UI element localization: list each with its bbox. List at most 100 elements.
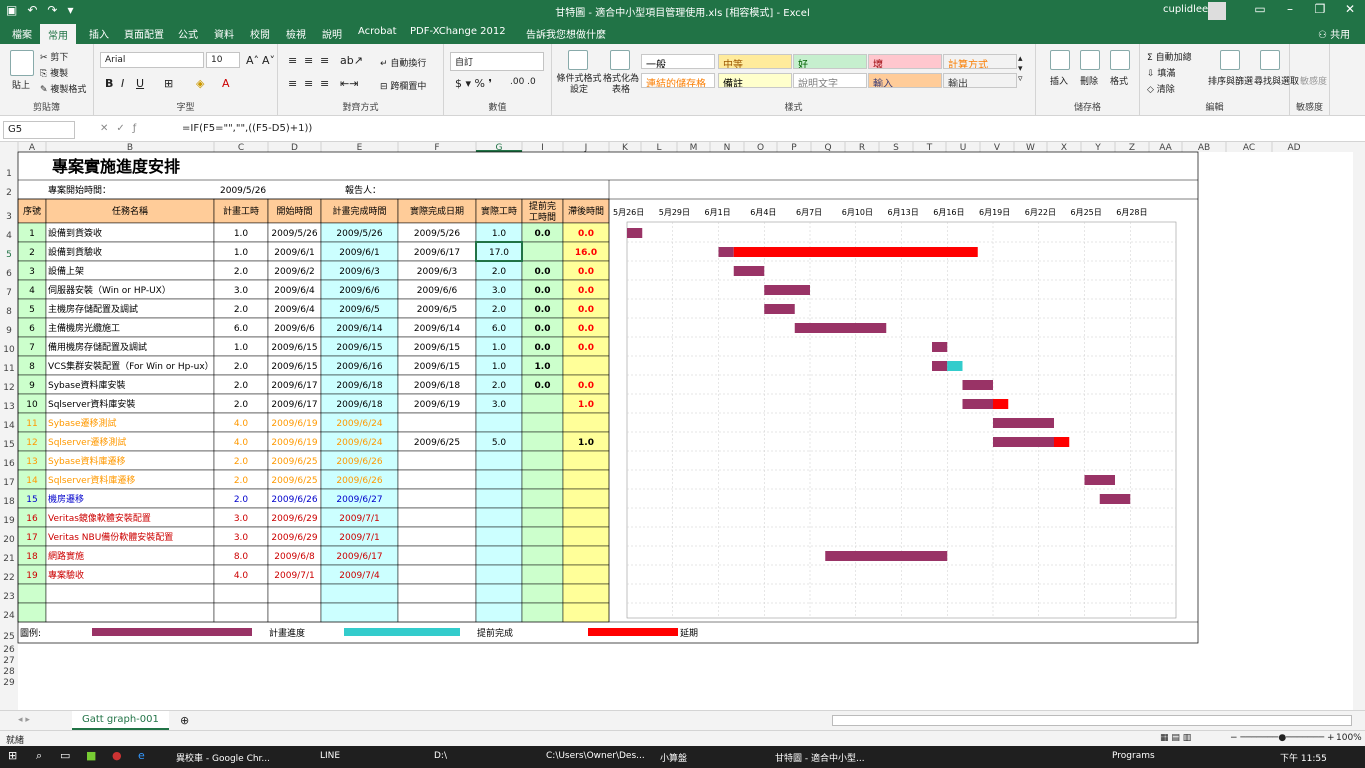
align-bottom-icon[interactable]: ≡ [320, 54, 329, 67]
tab-9[interactable]: Acrobat [358, 26, 397, 37]
find-select-button[interactable]: 尋找與選取 [1254, 74, 1299, 87]
number-format-select[interactable]: 自訂 [450, 52, 544, 71]
close-icon[interactable]: ✕ [1335, 2, 1365, 16]
taskbar-item[interactable]: C:\Users\Owner\Des... [546, 751, 645, 761]
currency-icon[interactable]: $ ▾ % ❜ [455, 77, 492, 90]
fill-button[interactable]: ⇩ 填滿 [1147, 66, 1175, 79]
format-table-icon[interactable] [610, 50, 630, 70]
grow-font-icon[interactable]: A˄ [246, 54, 259, 67]
column-header[interactable]: S [893, 143, 899, 153]
shrink-font-icon[interactable]: A˅ [262, 54, 275, 67]
table-cell[interactable] [562, 469, 610, 490]
table-cell[interactable] [397, 412, 477, 433]
row-header[interactable]: 11 [3, 364, 14, 374]
table-cell[interactable] [475, 450, 523, 471]
cell-style[interactable]: 中等 [718, 54, 792, 69]
table-cell[interactable] [397, 507, 477, 528]
name-box[interactable]: G5 [3, 121, 75, 139]
row-header[interactable]: 28 [3, 667, 15, 677]
tab-3[interactable]: 頁面配置 [124, 26, 164, 41]
gantt-bar-early[interactable] [947, 361, 963, 371]
column-header[interactable]: U [960, 143, 967, 153]
merge-center-button[interactable]: ⊟ 跨欄置中 [380, 79, 426, 92]
underline-icon[interactable]: U [136, 77, 144, 90]
format-cells-icon[interactable] [1110, 50, 1130, 70]
ribbon-display-icon[interactable]: ▭ [1245, 2, 1275, 16]
taskbar-item[interactable]: D:\ [434, 751, 447, 761]
cell-style[interactable]: 計算方式 [943, 54, 1017, 69]
sheet-tab[interactable]: Gatt graph-001 [72, 711, 169, 730]
column-header[interactable]: X [1061, 143, 1067, 153]
table-cell[interactable] [475, 488, 523, 509]
row-header[interactable]: 12 [3, 383, 14, 393]
column-header[interactable]: AD [1287, 143, 1300, 153]
row-header[interactable]: 22 [3, 573, 14, 583]
column-header[interactable]: M [690, 143, 698, 153]
column-header[interactable]: E [357, 143, 363, 153]
table-cell[interactable] [397, 469, 477, 490]
table-cell[interactable] [521, 450, 564, 471]
column-header[interactable]: J [584, 143, 588, 153]
row-header[interactable]: 13 [3, 402, 14, 412]
tab-2[interactable]: 插入 [89, 26, 109, 41]
column-header[interactable]: N [724, 143, 731, 153]
row-header[interactable]: 2 [6, 188, 12, 198]
table-cell[interactable] [475, 583, 523, 604]
conditional-format-button[interactable]: 條件式格式設定 [556, 74, 602, 96]
insert-cells-icon[interactable] [1050, 50, 1070, 70]
row-header[interactable]: 25 [3, 632, 14, 642]
cell-style[interactable]: 連結的儲存格 [641, 73, 715, 88]
table-cell[interactable] [521, 393, 564, 414]
column-header[interactable]: D [291, 143, 298, 153]
gantt-bar-plan[interactable] [932, 361, 948, 371]
taskbar-item[interactable]: 異校車 - Google Chr... [176, 751, 270, 764]
table-cell[interactable] [562, 564, 610, 585]
gantt-bar-plan[interactable] [825, 551, 948, 561]
styles-scroll-icon[interactable]: ▴ ▾ ▿ [1018, 54, 1023, 84]
table-cell[interactable] [475, 545, 523, 566]
gantt-bar-plan[interactable] [733, 266, 765, 276]
gantt-bar-late[interactable] [993, 399, 1009, 409]
italic-icon[interactable]: I [121, 77, 124, 90]
table-cell[interactable] [562, 488, 610, 509]
row-header[interactable]: 21 [3, 554, 14, 564]
row-header[interactable]: 10 [3, 345, 15, 355]
maximize-icon[interactable]: ❐ [1305, 2, 1335, 16]
worksheet-canvas[interactable]: A B C D E F G I J K L M N O P Q R S T U V W X Y Z AA AB AC AD1234567… [0, 142, 1365, 710]
column-header[interactable]: C [238, 143, 244, 153]
paste-icon[interactable] [10, 50, 34, 76]
row-header[interactable]: 23 [3, 592, 14, 602]
table-cell[interactable] [521, 469, 564, 490]
tab-8[interactable]: 說明 [322, 26, 342, 41]
table-cell[interactable] [521, 431, 564, 452]
zoom-slider[interactable]: − ───────●─────── + [1230, 733, 1335, 743]
table-cell[interactable] [475, 526, 523, 547]
clock[interactable]: 下午 11:55 [1280, 751, 1327, 764]
copy-button[interactable]: ⎘ 複製 [40, 66, 68, 79]
start-label[interactable]: 專案開始時間： [48, 184, 111, 196]
tab-7[interactable]: 檢視 [286, 26, 306, 41]
row-header[interactable]: 5 [6, 250, 12, 260]
format-table-button[interactable]: 格式化為表格 [600, 74, 642, 96]
row-header[interactable]: 8 [6, 307, 12, 317]
find-select-icon[interactable] [1260, 50, 1280, 70]
column-header[interactable]: P [791, 143, 797, 153]
gantt-bar-plan[interactable] [627, 228, 643, 238]
gantt-bar-plan[interactable] [764, 285, 810, 295]
table-cell[interactable] [45, 583, 215, 604]
table-cell[interactable] [562, 507, 610, 528]
share-button[interactable]: ⚇ 共用 [1318, 26, 1350, 41]
gantt-bar-plan[interactable] [993, 437, 1054, 447]
format-button[interactable]: 格式 [1110, 74, 1128, 87]
cut-button[interactable]: ✂ 剪下 [40, 50, 68, 63]
gantt-bar-plan[interactable] [962, 380, 994, 390]
gantt-bar-late[interactable] [1054, 437, 1070, 447]
sensitivity-button[interactable]: 敏感度 [1300, 74, 1327, 87]
format-painter-button[interactable]: ✎ 複製格式 [40, 82, 86, 95]
table-cell[interactable] [397, 450, 477, 471]
conditional-format-icon[interactable] [568, 50, 588, 70]
tab-0[interactable]: 檔案 [12, 26, 32, 41]
app-icon[interactable]: ● [112, 749, 122, 762]
row-header[interactable]: 24 [3, 611, 15, 621]
delete-cells-icon[interactable] [1080, 50, 1100, 70]
